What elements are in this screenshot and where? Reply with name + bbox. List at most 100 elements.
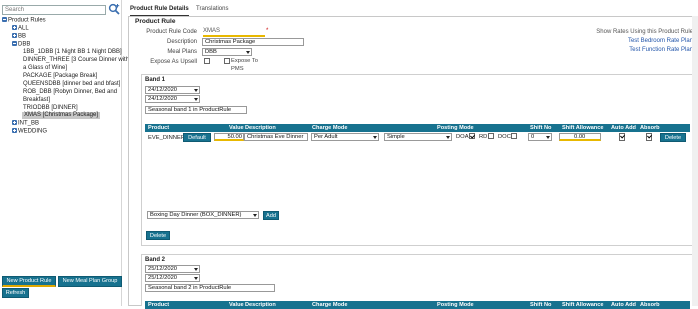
collapse-icon[interactable] (2, 17, 7, 22)
doa-label: DOA (456, 134, 469, 140)
code-value: XMAS (203, 28, 265, 37)
charge-mode-select[interactable]: Per Adult (311, 133, 379, 141)
search-icon[interactable] (108, 3, 121, 16)
meal-plans-value: DBB (205, 49, 217, 55)
tab-translations[interactable]: Translations (196, 3, 228, 15)
rd-checkbox[interactable] (488, 133, 494, 139)
expand-icon[interactable] (12, 128, 17, 133)
col-absorb: Absorb (640, 125, 660, 131)
tree-leaf-cont[interactable]: Breakfast] (23, 97, 50, 104)
default-button[interactable]: Default (183, 133, 211, 142)
expand-icon[interactable] (12, 33, 17, 38)
posting-mode-value: Simple (387, 134, 405, 140)
required-marker: * (266, 28, 269, 34)
tree-leaf[interactable]: DINNER_THREE [3 Course Dinner with (23, 57, 129, 64)
row-description-input[interactable]: Christmas Eve Dinner (244, 133, 308, 141)
test-bedroom-rate-link[interactable]: Test Bedroom Rate Plan (628, 38, 693, 44)
tree-item-label: WEDDING (18, 128, 47, 135)
band-date-to-select[interactable]: 25/12/2020 (145, 274, 200, 282)
shift-no-select[interactable]: 0 (528, 133, 552, 141)
tree-item-wedding[interactable]: WEDDING (12, 128, 47, 136)
band-date-from-select[interactable]: 25/12/2020 (145, 265, 200, 273)
tree-leaf[interactable]: 1BB_1DBB [1 Night BB 1 Night DBB] (23, 49, 122, 56)
tab-product-rule-details[interactable]: Product Rule Details (130, 3, 189, 16)
band-table-header: Product Value Description Charge Mode Po… (145, 124, 690, 132)
add-button[interactable]: Add (263, 211, 279, 220)
show-rates-link[interactable]: Show Rates Using this Product Rule (596, 29, 693, 35)
chevron-down-icon (194, 277, 198, 280)
tree-leaf[interactable]: QUEENSDBB [dinner bed and bfast] (23, 81, 120, 88)
col-description: Description (245, 125, 276, 131)
col-shift-no: Shift No (530, 302, 552, 308)
band-date-from-select[interactable]: 24/12/2020 (145, 86, 200, 94)
shift-allowance-input[interactable]: 0.00 (559, 133, 601, 141)
expose-pms-checkbox[interactable] (224, 58, 230, 64)
col-shift-allowance: Shift Allowance (562, 302, 604, 308)
chevron-down-icon (194, 268, 198, 271)
col-shift-allowance: Shift Allowance (562, 125, 604, 131)
band-title: Band 1 (145, 77, 166, 83)
col-auto-add: Auto Add (611, 125, 636, 131)
pms-label: PMS (231, 66, 244, 72)
doa-checkbox[interactable] (469, 133, 475, 139)
col-shift-no: Shift No (530, 125, 552, 131)
tree-item-label: ALL (18, 25, 29, 32)
add-product-select[interactable]: Boxing Day Dinner (BOX_DINNER) (147, 211, 259, 219)
section-title: Product Rule (135, 18, 176, 25)
delete-band-button[interactable]: Delete (146, 231, 170, 240)
new-product-rule-button[interactable]: New Product Rule (2, 276, 56, 287)
tree-root-label: Product Rules (8, 17, 46, 24)
band-title: Band 2 (145, 257, 166, 263)
row-value-input[interactable]: 50.00 (214, 133, 244, 141)
tree-leaf[interactable]: ROB_DBB [Robyn Dinner, Bed and (23, 89, 117, 96)
col-charge-mode: Charge Mode (312, 302, 348, 308)
meal-plans-label: Meal Plans (167, 49, 197, 55)
expose-upsell-checkbox[interactable] (204, 58, 210, 64)
tree-item-dbb[interactable]: DBB (12, 41, 30, 49)
posting-mode-select[interactable]: Simple (384, 133, 452, 141)
tree-item-int-bb[interactable]: INT_BB (12, 120, 39, 128)
tree-item-label: DBB (18, 41, 31, 48)
tree-root[interactable]: Product Rules (2, 17, 46, 25)
expand-icon[interactable] (12, 25, 17, 30)
col-value: Value (229, 125, 244, 131)
band-description-input[interactable]: Seasonal band 2 in ProductRule (145, 284, 275, 292)
description-label: Description (166, 39, 197, 45)
description-input[interactable]: Christmas Package (202, 38, 304, 46)
col-description: Description (245, 302, 276, 308)
chevron-down-icon (446, 136, 450, 139)
band-2-panel: Band 2 25/12/2020 25/12/2020 Seasonal ba… (141, 254, 693, 309)
refresh-button[interactable]: Refresh (2, 288, 29, 298)
doc-label: DOC (498, 134, 511, 140)
expand-icon[interactable] (12, 120, 17, 125)
tree-item-bb[interactable]: BB (12, 33, 26, 41)
scrollbar[interactable] (692, 16, 698, 306)
date-value: 25/12/2020 (148, 266, 178, 272)
chevron-down-icon (253, 214, 257, 217)
col-product: Product (148, 302, 170, 308)
band-date-to-select[interactable]: 24/12/2020 (145, 95, 200, 103)
tree-leaf-cont[interactable]: a Glass of Wine] (23, 65, 67, 72)
test-function-rate-link[interactable]: Test Function Rate Plan (629, 47, 693, 53)
col-value: Value (229, 302, 244, 308)
auto-add-checkbox[interactable] (619, 133, 625, 141)
collapse-icon[interactable] (12, 41, 17, 46)
absorb-checkbox[interactable] (646, 133, 652, 141)
tab-bar: Product Rule Details Translations (125, 3, 698, 16)
search-input[interactable]: Search (2, 5, 106, 15)
doc-checkbox[interactable] (511, 133, 517, 139)
band-description-input[interactable]: Seasonal band 1 in ProductRule (145, 106, 247, 114)
row-delete-button[interactable]: Delete (660, 133, 686, 142)
new-meal-plan-group-button[interactable]: New Meal Plan Group (58, 276, 122, 287)
col-posting-mode: Posting Mode (437, 125, 474, 131)
tree-item-label: BB (18, 33, 27, 40)
col-auto-add: Auto Add (611, 302, 636, 308)
col-charge-mode: Charge Mode (312, 125, 348, 131)
tree-item-all[interactable]: ALL (12, 25, 29, 33)
meal-plans-select[interactable]: DBB (202, 48, 252, 56)
add-product-value: Boxing Day Dinner (BOX_DINNER) (150, 212, 242, 218)
col-absorb: Absorb (640, 302, 660, 308)
tree-leaf[interactable]: PACKAGE [Package Break] (23, 73, 97, 80)
tree-leaf-selected[interactable]: XMAS [Christmas Package] (22, 112, 101, 120)
rd-label: RD (479, 134, 488, 140)
